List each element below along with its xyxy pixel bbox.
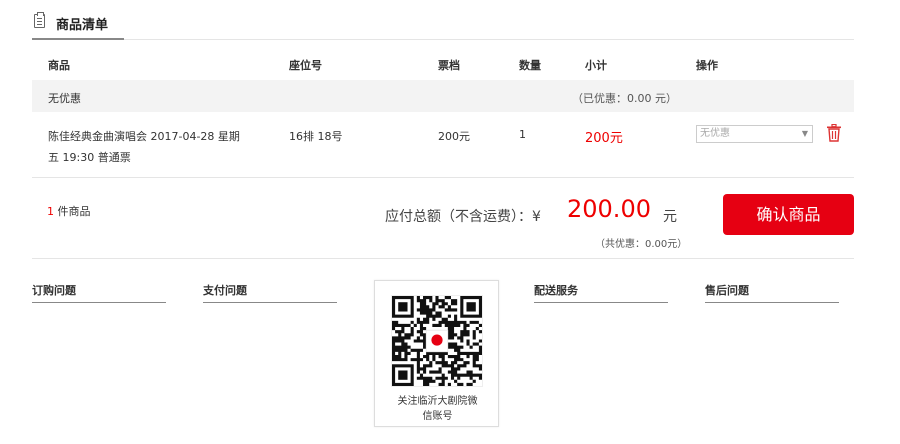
qr-code-card: 关注临沂大剧院微 信账号 (374, 280, 499, 427)
promo-label: 无优惠 (48, 92, 81, 105)
qr-caption: 关注临沂大剧院微 信账号 (383, 394, 492, 424)
total-discount-note: （共优惠：0.00元） (595, 239, 688, 250)
header-product: 商品 (48, 59, 70, 72)
list-icon (34, 12, 45, 28)
item-tier: 200元 (438, 130, 470, 143)
item-name: 陈佳经典金曲演唱会 2017-04-28 星期 五 19:30 普通票 (48, 126, 248, 168)
total-amount: 200.00 (567, 195, 651, 223)
item-name-line2: 五 19:30 普通票 (48, 151, 131, 164)
item-count-number: 1 (47, 205, 54, 218)
footer-link-after-sales[interactable]: 售后问题 (705, 282, 839, 303)
header-quantity: 数量 (519, 59, 541, 72)
table-header: 商品 座位号 票档 数量 小计 操作 (32, 50, 854, 80)
item-seat: 16排 18号 (289, 130, 343, 143)
qr-caption-line2: 信账号 (422, 411, 453, 422)
promo-select[interactable]: 无优惠 ▼ (696, 125, 813, 143)
item-quantity: 1 (519, 128, 526, 141)
header-subtotal: 小计 (585, 59, 607, 72)
footer-link-order-questions[interactable]: 订购问题 (32, 282, 166, 303)
table-row: 陈佳经典金曲演唱会 2017-04-28 星期 五 19:30 普通票 16排 … (32, 112, 854, 178)
qr-code-image (392, 296, 482, 386)
item-subtotal: 200元 (585, 131, 623, 146)
promo-saved-note: （已优惠：0.00 元） (572, 92, 677, 105)
header-actions: 操作 (696, 59, 718, 72)
promo-row: 无优惠 （已优惠：0.00 元） (32, 80, 854, 112)
qr-caption-line1: 关注临沂大剧院微 (397, 396, 478, 407)
item-name-line1: 陈佳经典金曲演唱会 2017-04-28 星期 (48, 130, 240, 143)
chevron-down-icon: ▼ (801, 129, 808, 138)
qr-code (391, 295, 483, 387)
section-tab: 商品清单 (32, 10, 124, 40)
promo-select-value: 无优惠 (700, 128, 730, 139)
header-seat: 座位号 (289, 59, 322, 72)
item-count-text: 件商品 (54, 205, 91, 218)
header-tier: 票档 (438, 59, 460, 72)
section-header: 商品清单 (32, 10, 854, 40)
footer-link-payment-questions[interactable]: 支付问题 (203, 282, 337, 303)
footer-link-delivery-service[interactable]: 配送服务 (534, 282, 668, 303)
trash-icon[interactable] (826, 124, 842, 142)
divider (32, 258, 854, 259)
confirm-button[interactable]: 确认商品 (723, 194, 854, 235)
item-count: 1 件商品 (47, 203, 91, 219)
section-title: 商品清单 (56, 18, 109, 33)
total-label: 应付总额（不含运费）：¥ (385, 209, 541, 225)
total-unit: 元 (663, 209, 677, 225)
